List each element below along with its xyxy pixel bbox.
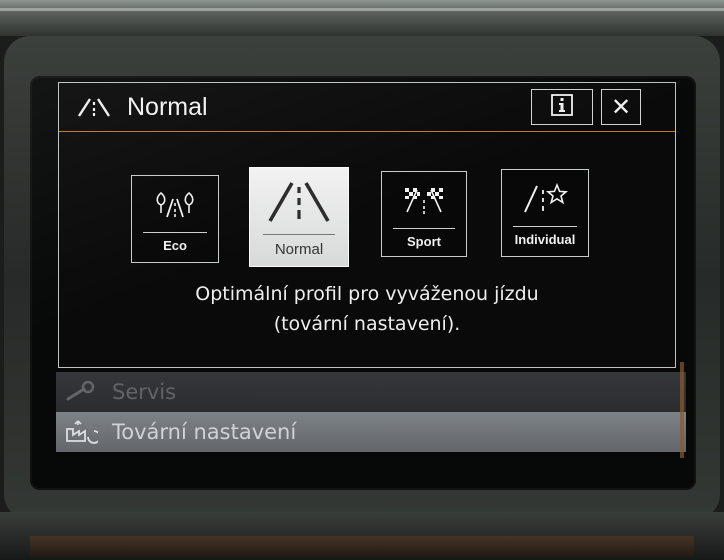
description-line: (tovární nastavení). [273,313,461,335]
mode-label: Sport [407,234,441,250]
description-line: Optimální profil pro vyváženou jízdu [195,283,539,305]
menu-item-label: Tovární nastavení [112,420,297,444]
dashboard-bezel-bottom [0,512,724,560]
road-icon [77,94,111,120]
checkered-flags-icon [382,172,466,228]
scrollbar[interactable] [680,362,684,458]
wrench-icon [56,372,106,412]
mode-tile-eco[interactable]: Eco [131,175,219,263]
driving-profile-popup: Normal ✕ Eco Normal Sport Individual Opt… [58,82,676,368]
close-icon: ✕ [610,93,632,121]
infotainment-screen: Servis Tovární nastavení Normal ✕ Eco No… [30,76,696,490]
popup-title: Normal [127,92,208,121]
factory-reset-icon [56,412,106,452]
mode-tile-individual[interactable]: Individual [501,169,589,257]
menu-item-label: Servis [112,380,177,404]
menu-item-servis[interactable]: Servis [56,372,686,412]
mode-description: Optimální profil pro vyváženou jízdu (to… [59,279,675,339]
mode-label: Eco [163,238,187,254]
mode-tile-normal[interactable]: Normal [249,167,349,267]
menu-item-tovarni-nastaveni[interactable]: Tovární nastavení [56,412,686,452]
info-icon [551,94,573,120]
eco-trees-road-icon [132,176,218,232]
info-button[interactable] [531,89,593,125]
road-icon [250,168,348,234]
dashboard-bezel-top [0,0,724,36]
mode-label: Individual [514,232,576,248]
mode-label: Normal [274,241,324,259]
close-button[interactable]: ✕ [601,89,641,125]
popup-header: Normal ✕ [59,83,675,132]
mode-tile-sport[interactable]: Sport [381,171,467,257]
road-star-icon [502,170,588,226]
